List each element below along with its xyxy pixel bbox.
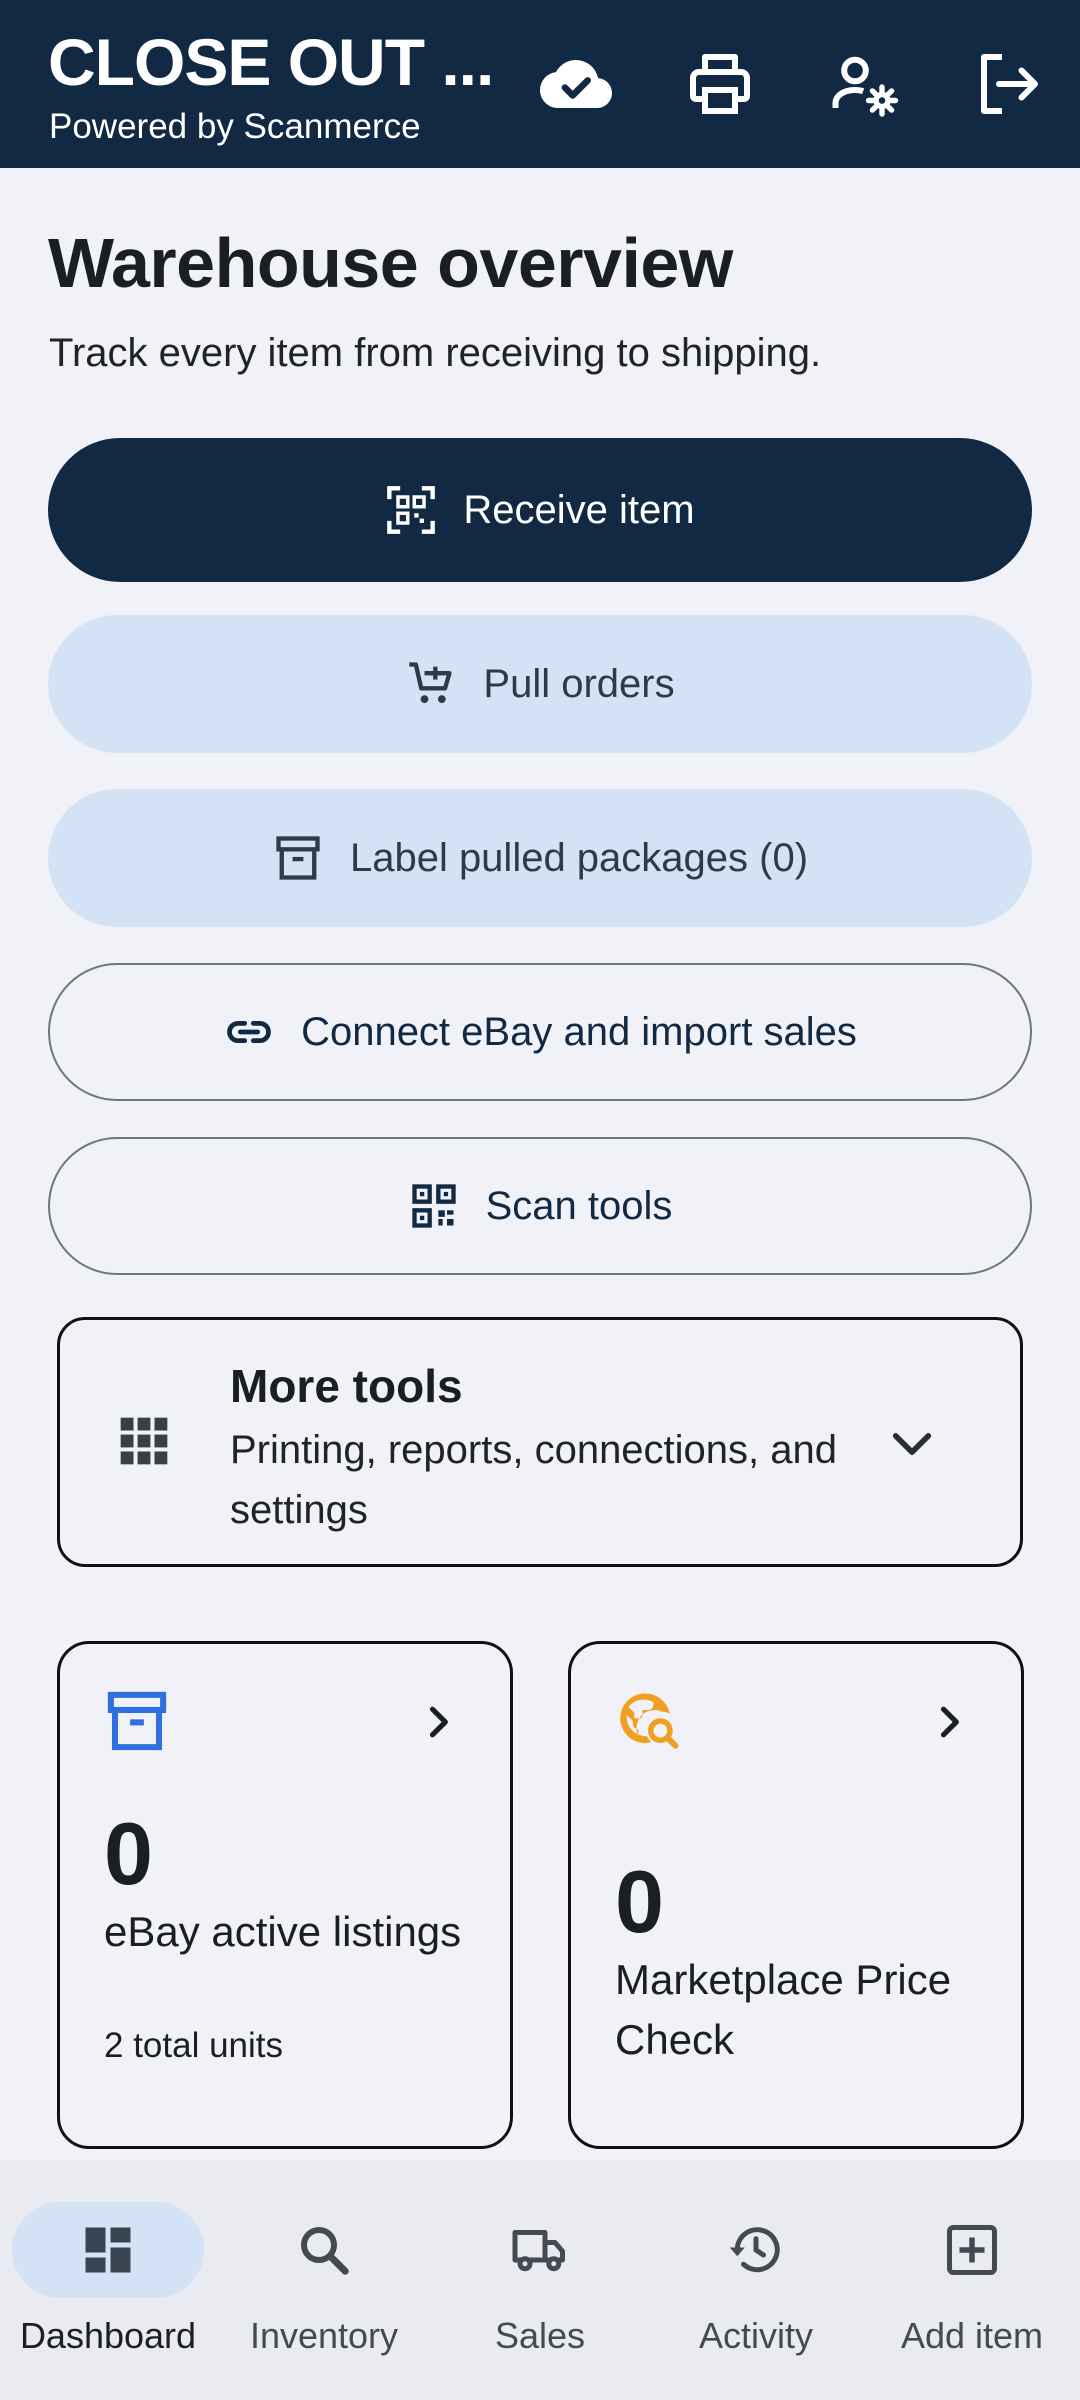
nav-label: Sales [494,2315,586,2356]
grid-icon [120,1417,168,1465]
stat-value: 0 [615,1852,664,1951]
scan-tools-label: Scan tools [485,1183,673,1228]
label-pulled-packages-label: Label pulled packages (0) [349,835,809,880]
truck-icon [512,2230,565,2272]
nav-activity[interactable]: Activity [648,2160,864,2400]
search-icon [301,2227,349,2275]
more-tools-description: Printing, reports, connections, and sett… [230,1428,838,1532]
archive-box-icon [107,1691,167,1751]
pull-orders-button[interactable]: Pull orders [48,615,1032,753]
nav-inventory[interactable]: Inventory [216,2160,432,2400]
receive-item-button[interactable]: Receive item [48,438,1032,582]
app-subtitle: Powered by Scanmerce [49,107,421,146]
more-tools-title: More tools [230,1360,463,1412]
nav-label: Dashboard [19,2315,197,2356]
logout-icon[interactable] [968,44,1048,124]
history-icon [729,2227,780,2273]
cloud-check-icon[interactable] [536,44,616,124]
nav-label: Add item [900,2315,1044,2356]
cart-icon [405,658,457,710]
page-subtitle: Track every item from receiving to shipp… [49,331,822,375]
stat-label: Marketplace Price Check [615,1956,952,2063]
app-title: CLOSE OUT ... [48,25,494,99]
chevron-right-icon[interactable] [416,1700,460,1744]
app-bar: CLOSE OUT ... Powered by Scanmerce [0,0,1080,168]
connect-ebay-button[interactable]: Connect eBay and import sales [48,963,1032,1101]
bottom-navigation: Dashboard Inventory Sales Activity Add i… [0,2160,1080,2400]
stat-subtext: 2 total units [104,2026,283,2065]
nav-add-item[interactable]: Add item [864,2160,1080,2400]
chevron-right-icon[interactable] [927,1700,971,1744]
printer-icon[interactable] [680,44,760,124]
archive-box-icon [272,832,324,884]
user-settings-icon[interactable] [824,44,904,124]
ebay-active-listings-card[interactable]: 0 eBay active listings 2 total units [57,1641,513,2149]
connect-ebay-label: Connect eBay and import sales [301,1009,857,1054]
marketplace-price-check-card[interactable]: 0 Marketplace Price Check [568,1641,1024,2149]
qr-scan-icon [385,484,437,536]
add-box-icon [947,2225,997,2275]
dashboard-icon [85,2227,131,2273]
link-icon [223,1006,275,1058]
nav-dashboard[interactable]: Dashboard [0,2160,216,2400]
pull-orders-label: Pull orders [483,661,675,706]
stat-label: eBay active listings [104,1908,462,1955]
nav-label: Activity [698,2315,813,2356]
more-tools-card[interactable]: More tools Printing, reports, connection… [57,1317,1023,1567]
globe-search-icon [620,1693,679,1749]
receive-item-label: Receive item [463,487,695,532]
page-title: Warehouse overview [48,224,733,302]
qr-code-icon [408,1180,460,1232]
stat-value: 0 [104,1804,153,1903]
scan-tools-button[interactable]: Scan tools [48,1137,1032,1275]
nav-label: Inventory [249,2315,399,2356]
nav-sales[interactable]: Sales [432,2160,648,2400]
chevron-down-icon[interactable] [884,1416,940,1472]
label-pulled-packages-button[interactable]: Label pulled packages (0) [48,789,1032,927]
